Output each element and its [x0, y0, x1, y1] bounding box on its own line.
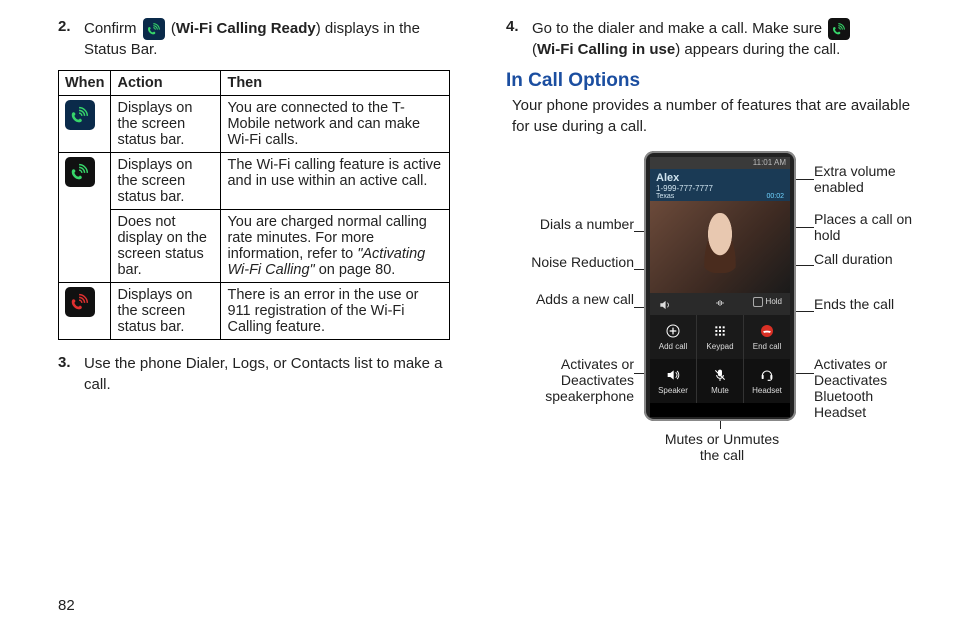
btn-label: End call [753, 342, 781, 351]
step-number: 2. [58, 18, 84, 60]
label-adds-call: Adds a new call [516, 291, 634, 307]
wifi-error-icon [65, 287, 95, 317]
label-bluetooth-headset: Activates or Deactivates Bluetooth Heads… [814, 356, 924, 420]
left-column: 2. Confirm (Wi-Fi Calling Ready) display… [58, 18, 458, 618]
call-actions-row-2: Speaker Mute Headset [650, 359, 790, 403]
btn-label: Mute [711, 386, 729, 395]
step-number: 3. [58, 354, 84, 395]
keypad-icon [711, 322, 729, 340]
then-cell: The Wi-Fi calling feature is active and … [221, 153, 450, 210]
label-hold: Places a call on hold [814, 211, 924, 243]
phone-call-header: Alex 1-999-777-7777 Texas 00:02 [650, 169, 790, 201]
then-cell: There is an error in the use or 911 regi… [221, 283, 450, 340]
bold-label: Wi-Fi Calling in use [537, 41, 675, 58]
phone-mockup: 11:01 AM Alex 1-999-777-7777 Texas 00:02 [644, 151, 796, 421]
keypad-button[interactable]: Keypad [697, 315, 744, 359]
step-number: 4. [506, 18, 532, 60]
btn-label: Speaker [658, 386, 688, 395]
page-number: 82 [58, 597, 75, 614]
btn-label: Add call [659, 342, 687, 351]
action-cell: Displays on the screen status bar. [111, 96, 221, 153]
right-column: 4. Go to the dialer and make a call. Mak… [498, 18, 916, 618]
action-cell: Displays on the screen status bar. [111, 283, 221, 340]
label-extra-volume: Extra volume enabled [814, 163, 924, 195]
noise-reduction-icon[interactable] [714, 297, 726, 311]
step-4: 4. Go to the dialer and make a call. Mak… [506, 18, 916, 60]
text: appears during the call. [680, 41, 840, 58]
action-cell: Displays on the screen status bar. [111, 153, 221, 210]
col-then: Then [221, 71, 450, 96]
step-text: Confirm (Wi-Fi Calling Ready) displays i… [84, 18, 450, 60]
wifi-ready-icon [65, 100, 95, 130]
mute-icon [711, 366, 729, 384]
section-description: Your phone provides a number of features… [512, 96, 916, 137]
step-text: Go to the dialer and make a call. Make s… [532, 18, 916, 60]
table-row: Displays on the screen status bar. The W… [59, 153, 450, 210]
col-when: When [59, 71, 111, 96]
speaker-button[interactable]: Speaker [650, 359, 697, 403]
end-call-icon [758, 322, 776, 340]
mute-button[interactable]: Mute [697, 359, 744, 403]
phone-navbar [650, 403, 790, 417]
label-speakerphone: Activates or Deactivates speakerphone [516, 356, 634, 404]
step-2: 2. Confirm (Wi-Fi Calling Ready) display… [58, 18, 450, 60]
hold-button[interactable]: Hold [742, 297, 782, 311]
action-cell: Does not display on the screen status ba… [111, 210, 221, 283]
wifi-inuse-icon [65, 157, 95, 187]
bold-label: Wi-Fi Calling Ready [176, 20, 316, 37]
table-row: Displays on the screen status bar. There… [59, 283, 450, 340]
add-call-button[interactable]: Add call [650, 315, 697, 359]
step-text: Use the phone Dialer, Logs, or Contacts … [84, 354, 450, 395]
phone-statusbar: 11:01 AM [650, 157, 790, 169]
when-icon-cell [59, 96, 111, 153]
then-cell: You are connected to the T-Mobile networ… [221, 96, 450, 153]
section-heading: In Call Options [506, 70, 916, 92]
table-row: Does not display on the screen status ba… [59, 210, 450, 283]
caller-location: Texas [656, 193, 674, 200]
speaker-icon [664, 366, 682, 384]
label-end-call: Ends the call [814, 296, 924, 312]
col-action: Action [111, 71, 221, 96]
label-duration: Call duration [814, 251, 924, 267]
in-call-diagram: Dials a number Noise Reduction Adds a ne… [516, 151, 916, 491]
then-cell: You are charged normal calling rate minu… [221, 210, 450, 283]
call-actions-row-1: Add call Keypad End call [650, 315, 790, 359]
headset-icon [758, 366, 776, 384]
wifi-calling-ready-icon [143, 18, 165, 40]
text: on page 80. [315, 262, 396, 278]
caller-number: 1-999-777-7777 [656, 184, 784, 193]
call-strip: Hold [650, 293, 790, 315]
wifi-calling-inuse-icon [828, 18, 850, 40]
caller-name: Alex [656, 172, 784, 184]
text: Confirm [84, 20, 137, 37]
label-mute: Mutes or Unmutes the call [662, 431, 782, 463]
text: Go to the dialer and make a call. Make s… [532, 20, 822, 37]
hold-label: Hold [766, 297, 782, 306]
when-icon-cell [59, 153, 111, 283]
btn-label: Headset [752, 386, 782, 395]
step-3: 3. Use the phone Dialer, Logs, or Contac… [58, 354, 450, 395]
face-illustration [698, 213, 742, 273]
wifi-status-table: When Action Then Displays on the screen … [58, 70, 450, 340]
table-header-row: When Action Then [59, 71, 450, 96]
call-timer: 00:02 [766, 193, 784, 200]
btn-label: Keypad [706, 342, 733, 351]
label-dials-number: Dials a number [516, 216, 634, 232]
headset-button[interactable]: Headset [744, 359, 790, 403]
plus-icon [664, 322, 682, 340]
when-icon-cell [59, 283, 111, 340]
extra-volume-icon[interactable] [658, 298, 672, 310]
contact-photo [650, 201, 790, 293]
label-noise-reduction: Noise Reduction [516, 254, 634, 270]
table-row: Displays on the screen status bar. You a… [59, 96, 450, 153]
end-call-button[interactable]: End call [744, 315, 790, 359]
